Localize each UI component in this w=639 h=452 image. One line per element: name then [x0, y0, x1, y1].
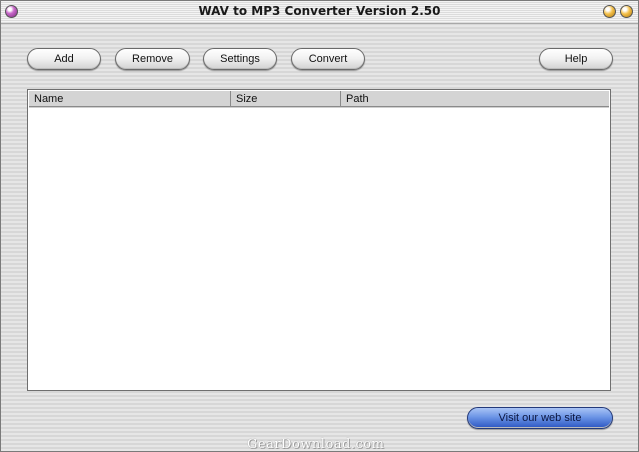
- close-icon[interactable]: [620, 5, 633, 18]
- file-list[interactable]: Name Size Path: [27, 89, 611, 391]
- add-button[interactable]: Add: [27, 48, 101, 70]
- convert-button[interactable]: Convert: [291, 48, 365, 70]
- app-window: WAV to MP3 Converter Version 2.50 Add Re…: [0, 0, 639, 452]
- column-header-size[interactable]: Size: [231, 91, 341, 107]
- minimize-icon[interactable]: [603, 5, 616, 18]
- file-list-header: Name Size Path: [29, 91, 609, 108]
- title-bar[interactable]: WAV to MP3 Converter Version 2.50: [1, 1, 638, 24]
- column-header-path[interactable]: Path: [341, 91, 609, 107]
- watermark-text: GearDownload.com: [247, 437, 385, 452]
- remove-button[interactable]: Remove: [115, 48, 190, 70]
- help-button[interactable]: Help: [539, 48, 613, 70]
- visit-website-button[interactable]: Visit our web site: [467, 407, 613, 429]
- column-header-name[interactable]: Name: [29, 91, 231, 107]
- window-title: WAV to MP3 Converter Version 2.50: [198, 4, 441, 18]
- settings-button[interactable]: Settings: [203, 48, 277, 70]
